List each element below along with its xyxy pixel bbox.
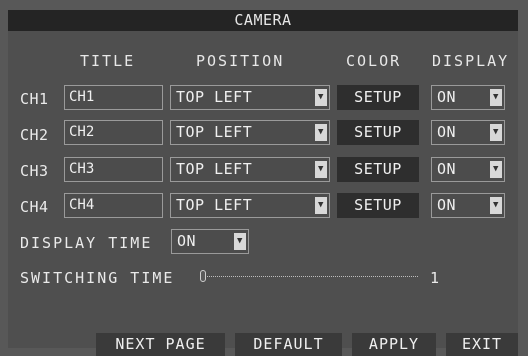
display-select-value: ON [437, 123, 457, 141]
channel-title-input[interactable]: CH2 [64, 120, 163, 145]
column-header-title: TITLE [80, 52, 136, 70]
channel-title-input[interactable]: CH1 [64, 85, 163, 110]
display-select-value: ON [437, 196, 457, 214]
exit-button[interactable]: EXIT [446, 333, 518, 356]
display-select[interactable]: ON ▼ [431, 120, 505, 145]
position-select-value: TOP LEFT [176, 88, 253, 106]
display-time-value: ON [177, 232, 197, 250]
dropdown-arrow-icon: ▼ [315, 89, 327, 106]
color-setup-button[interactable]: SETUP [337, 157, 419, 182]
column-header-color: COLOR [346, 52, 402, 70]
channel-label: CH4 [20, 198, 49, 216]
display-select[interactable]: ON ▼ [431, 85, 505, 110]
position-select[interactable]: TOP LEFT ▼ [170, 120, 330, 145]
channel-label: CH3 [20, 162, 49, 180]
dropdown-arrow-icon: ▼ [490, 161, 502, 178]
display-select-value: ON [437, 88, 457, 106]
default-button[interactable]: DEFAULT [235, 333, 342, 356]
channel-title-input[interactable]: CH3 [64, 157, 163, 182]
dropdown-arrow-icon: ▼ [315, 124, 327, 141]
position-select[interactable]: TOP LEFT ▼ [170, 85, 330, 110]
position-select-value: TOP LEFT [176, 196, 253, 214]
position-select[interactable]: TOP LEFT ▼ [170, 193, 330, 218]
channel-title-input[interactable]: CH4 [64, 193, 163, 218]
color-setup-button[interactable]: SETUP [337, 120, 419, 145]
column-header-display: DISPLAY [432, 52, 510, 70]
display-select-value: ON [437, 160, 457, 178]
position-select-value: TOP LEFT [176, 123, 253, 141]
display-select[interactable]: ON ▼ [431, 157, 505, 182]
switching-time-value: 1 [430, 269, 440, 287]
settings-area [8, 31, 518, 348]
position-select-value: TOP LEFT [176, 160, 253, 178]
channel-label: CH2 [20, 126, 49, 144]
switching-time-slider-track[interactable] [205, 276, 418, 277]
dropdown-arrow-icon: ▼ [490, 89, 502, 106]
display-time-select[interactable]: ON ▼ [171, 229, 249, 254]
column-header-position: POSITION [196, 52, 285, 70]
dropdown-arrow-icon: ▼ [315, 161, 327, 178]
color-setup-button[interactable]: SETUP [337, 193, 419, 218]
switching-time-slider-thumb[interactable] [200, 270, 206, 282]
dropdown-arrow-icon: ▼ [490, 197, 502, 214]
switching-time-label: SWITCHING TIME [20, 269, 175, 287]
channel-label: CH1 [20, 90, 49, 108]
dropdown-arrow-icon: ▼ [490, 124, 502, 141]
display-time-label: DISPLAY TIME [20, 234, 153, 252]
dropdown-arrow-icon: ▼ [315, 197, 327, 214]
color-setup-button[interactable]: SETUP [337, 85, 419, 110]
position-select[interactable]: TOP LEFT ▼ [170, 157, 330, 182]
next-page-button[interactable]: NEXT PAGE [96, 333, 225, 356]
apply-button[interactable]: APPLY [352, 333, 436, 356]
camera-settings-panel: CAMERA TITLE POSITION COLOR DISPLAY CH1 … [0, 0, 528, 356]
dropdown-arrow-icon: ▼ [234, 233, 246, 250]
display-select[interactable]: ON ▼ [431, 193, 505, 218]
window-title: CAMERA [8, 10, 518, 31]
